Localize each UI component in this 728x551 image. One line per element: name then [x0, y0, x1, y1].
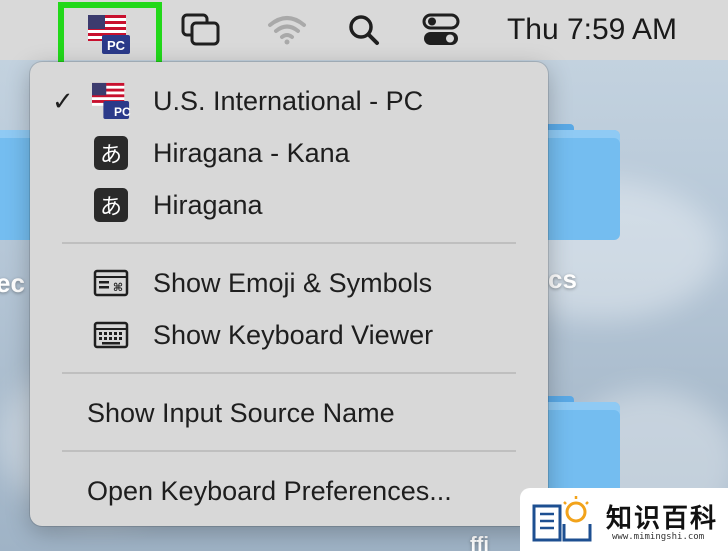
menu-separator [62, 242, 516, 244]
menu-item-hiragana[interactable]: あ Hiragana [30, 181, 548, 229]
menu-item-label: Show Input Source Name [87, 397, 395, 428]
book-lightbulb-logo-icon [532, 496, 592, 542]
checkmark-icon: ✓ [52, 85, 74, 116]
input-source-menu: ✓ PC U.S. International - PC あ Hiragana … [30, 62, 548, 526]
menu-item-us-international-pc[interactable]: ✓ PC U.S. International - PC [30, 77, 548, 125]
control-center-icon[interactable] [418, 0, 464, 60]
svg-text:⌘: ⌘ [113, 281, 123, 294]
emoji-symbols-icon: ⌘ [92, 264, 130, 302]
us-flag-pc-icon: PC [92, 82, 131, 120]
menu-item-label: Show Keyboard Viewer [153, 319, 434, 350]
menu-item-label: Show Emoji & Symbols [153, 267, 433, 298]
us-flag-pc-icon: PC [88, 15, 130, 54]
menu-item-label: Open Keyboard Preferences... [87, 475, 452, 506]
menu-bar: PC Thu 7:59 AM [0, 0, 728, 68]
menu-separator [62, 450, 516, 452]
menu-item-label: Hiragana [153, 189, 263, 220]
desktop-folder-icon[interactable] [540, 124, 620, 244]
menu-item-show-input-source-name[interactable]: Show Input Source Name [30, 389, 548, 437]
hiragana-icon: あ [92, 134, 130, 172]
menu-item-hiragana-kana[interactable]: あ Hiragana - Kana [30, 129, 548, 177]
keyboard-viewer-icon [92, 316, 130, 354]
watermark-title: 知识百科 [606, 503, 719, 533]
pc-badge: PC [114, 105, 131, 119]
hiragana-icon: あ [92, 186, 130, 224]
menu-separator [62, 372, 516, 374]
desktop-item-label: ec [0, 268, 25, 298]
window-switcher-icon[interactable] [176, 0, 226, 60]
menu-item-show-keyboard-viewer[interactable]: Show Keyboard Viewer [30, 311, 548, 359]
input-source-menu-button[interactable]: PC [58, 2, 162, 68]
watermark-url: www.mimingshi.com [612, 532, 705, 542]
desktop-item-label: ffi [470, 534, 489, 551]
desktop-item-label: cs [548, 264, 577, 294]
menu-bar-clock[interactable]: Thu 7:59 AM [497, 0, 687, 60]
menu-item-show-emoji-symbols[interactable]: ⌘ Show Emoji & Symbols [30, 259, 548, 307]
search-icon[interactable] [342, 0, 386, 60]
menu-item-label: Hiragana - Kana [153, 137, 350, 168]
menu-item-label: U.S. International - PC [153, 85, 424, 116]
watermark: 知识百科 www.mimingshi.com [520, 488, 728, 551]
menu-item-open-keyboard-preferences[interactable]: Open Keyboard Preferences... [30, 467, 548, 515]
svg-text:PC: PC [107, 38, 126, 53]
wifi-icon[interactable] [262, 0, 312, 60]
